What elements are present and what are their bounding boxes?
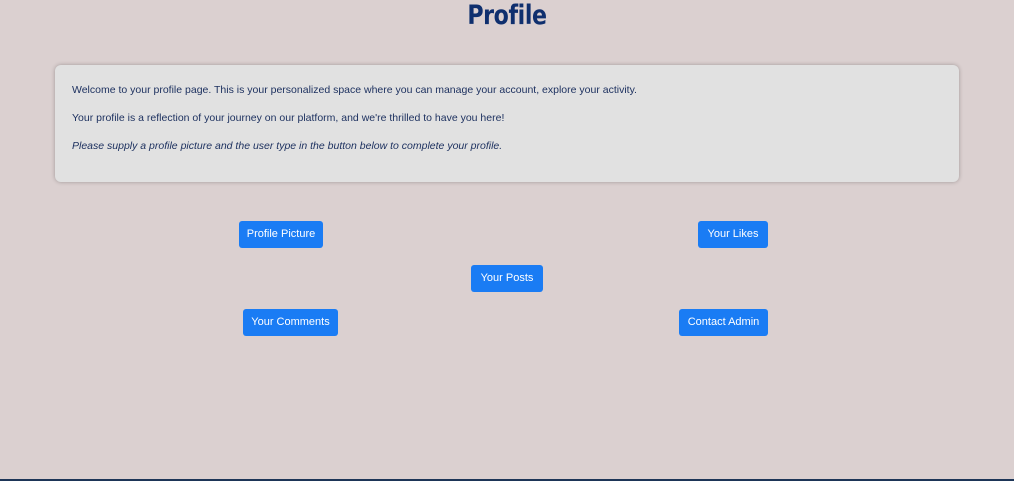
intro-instruction-text: Please supply a profile picture and the … (72, 140, 503, 152)
your-comments-button[interactable]: Your Comments (243, 309, 338, 336)
page-title: Profile (467, 0, 547, 31)
your-likes-button[interactable]: Your Likes (698, 221, 768, 248)
intro-journey-text: Your profile is a reflection of your jou… (72, 112, 505, 124)
contact-admin-button[interactable]: Contact Admin (679, 309, 768, 336)
intro-card: Welcome to your profile page. This is yo… (55, 65, 959, 182)
profile-picture-button[interactable]: Profile Picture (239, 221, 323, 248)
your-posts-button[interactable]: Your Posts (471, 265, 543, 292)
intro-welcome-text: Welcome to your profile page. This is yo… (72, 84, 637, 96)
